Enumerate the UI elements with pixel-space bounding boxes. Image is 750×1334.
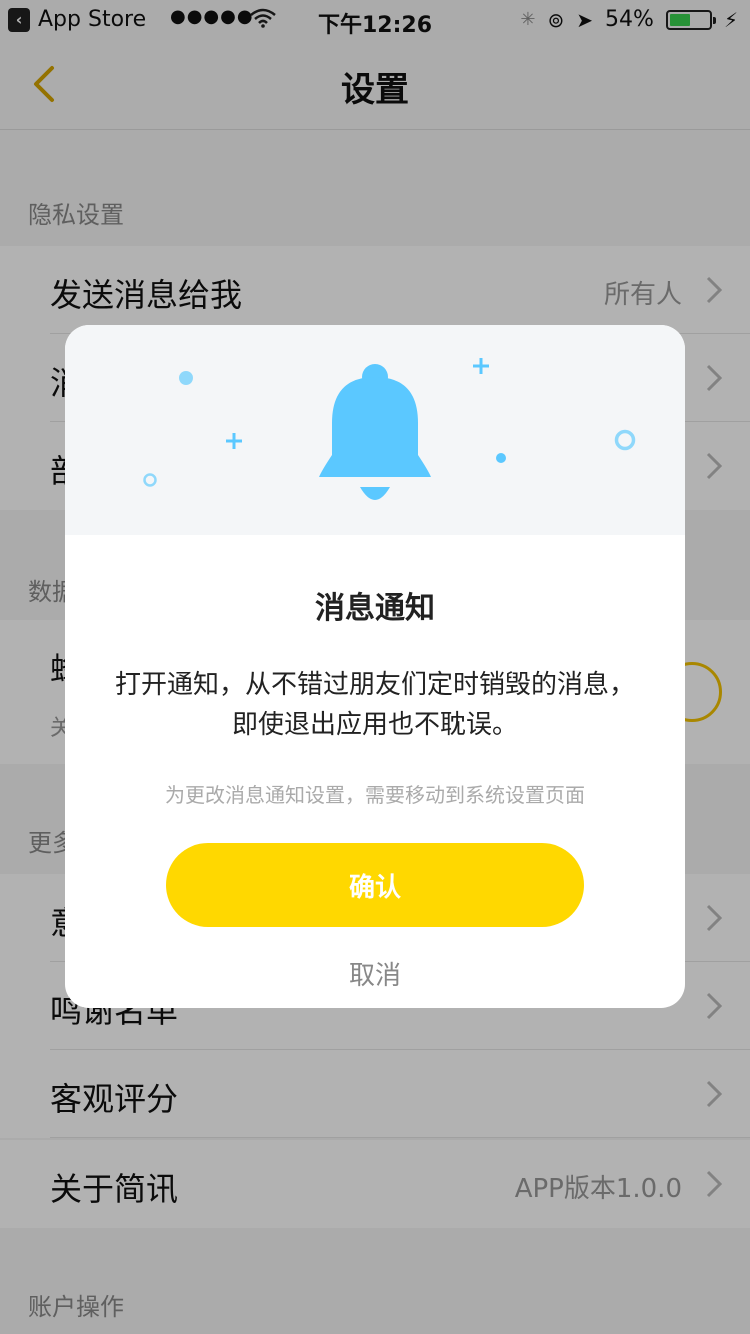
dialog-hero [65, 325, 685, 535]
confirm-button[interactable]: 确认 [166, 843, 584, 927]
bell-icon [319, 364, 431, 500]
bell-illustration [143, 358, 636, 500]
dialog-hint: 为更改消息通知设置，需要移动到系统设置页面 [165, 783, 585, 807]
dialog-message: 打开通知，从不错过朋友们定时销毁的消息，即使退出应用也不耽误。 [115, 670, 636, 740]
notification-dialog: 消息通知 打开通知，从不错过朋友们定时销毁的消息，即使退出应用也不耽误。 为更改… [65, 325, 685, 1008]
dialog-title: 消息通知 [315, 591, 435, 626]
cancel-button[interactable]: 取消 [65, 955, 685, 992]
